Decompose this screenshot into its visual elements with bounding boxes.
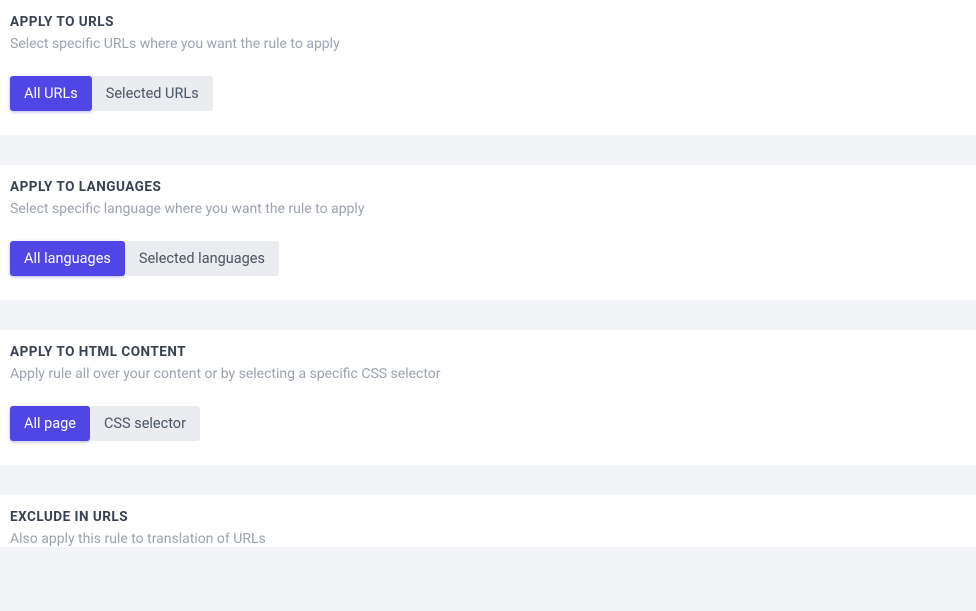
apply-html-subtitle: Apply rule all over your content or by s… <box>10 366 966 382</box>
section-gap <box>0 135 976 165</box>
apply-html-title: APPLY TO HTML CONTENT <box>10 344 966 360</box>
css-selector-button[interactable]: CSS selector <box>90 406 200 441</box>
apply-html-section: APPLY TO HTML CONTENT Apply rule all ove… <box>0 330 976 465</box>
exclude-urls-subtitle: Also apply this rule to translation of U… <box>10 531 966 547</box>
apply-languages-toggle-group: All languages Selected languages <box>10 241 279 276</box>
section-gap <box>0 300 976 330</box>
all-urls-button[interactable]: All URLs <box>10 76 92 111</box>
apply-urls-section: APPLY TO URLS Select specific URLs where… <box>0 0 976 135</box>
all-page-button[interactable]: All page <box>10 406 90 441</box>
exclude-urls-title: EXCLUDE IN URLS <box>10 509 966 525</box>
apply-languages-section: APPLY TO LANGUAGES Select specific langu… <box>0 165 976 300</box>
selected-languages-button[interactable]: Selected languages <box>125 241 279 276</box>
apply-urls-subtitle: Select specific URLs where you want the … <box>10 36 966 52</box>
section-gap <box>0 465 976 495</box>
apply-urls-toggle-group: All URLs Selected URLs <box>10 76 213 111</box>
all-languages-button[interactable]: All languages <box>10 241 125 276</box>
apply-languages-subtitle: Select specific language where you want … <box>10 201 966 217</box>
apply-languages-title: APPLY TO LANGUAGES <box>10 179 966 195</box>
apply-html-toggle-group: All page CSS selector <box>10 406 200 441</box>
selected-urls-button[interactable]: Selected URLs <box>92 76 213 111</box>
exclude-urls-section: EXCLUDE IN URLS Also apply this rule to … <box>0 495 976 547</box>
apply-urls-title: APPLY TO URLS <box>10 14 966 30</box>
